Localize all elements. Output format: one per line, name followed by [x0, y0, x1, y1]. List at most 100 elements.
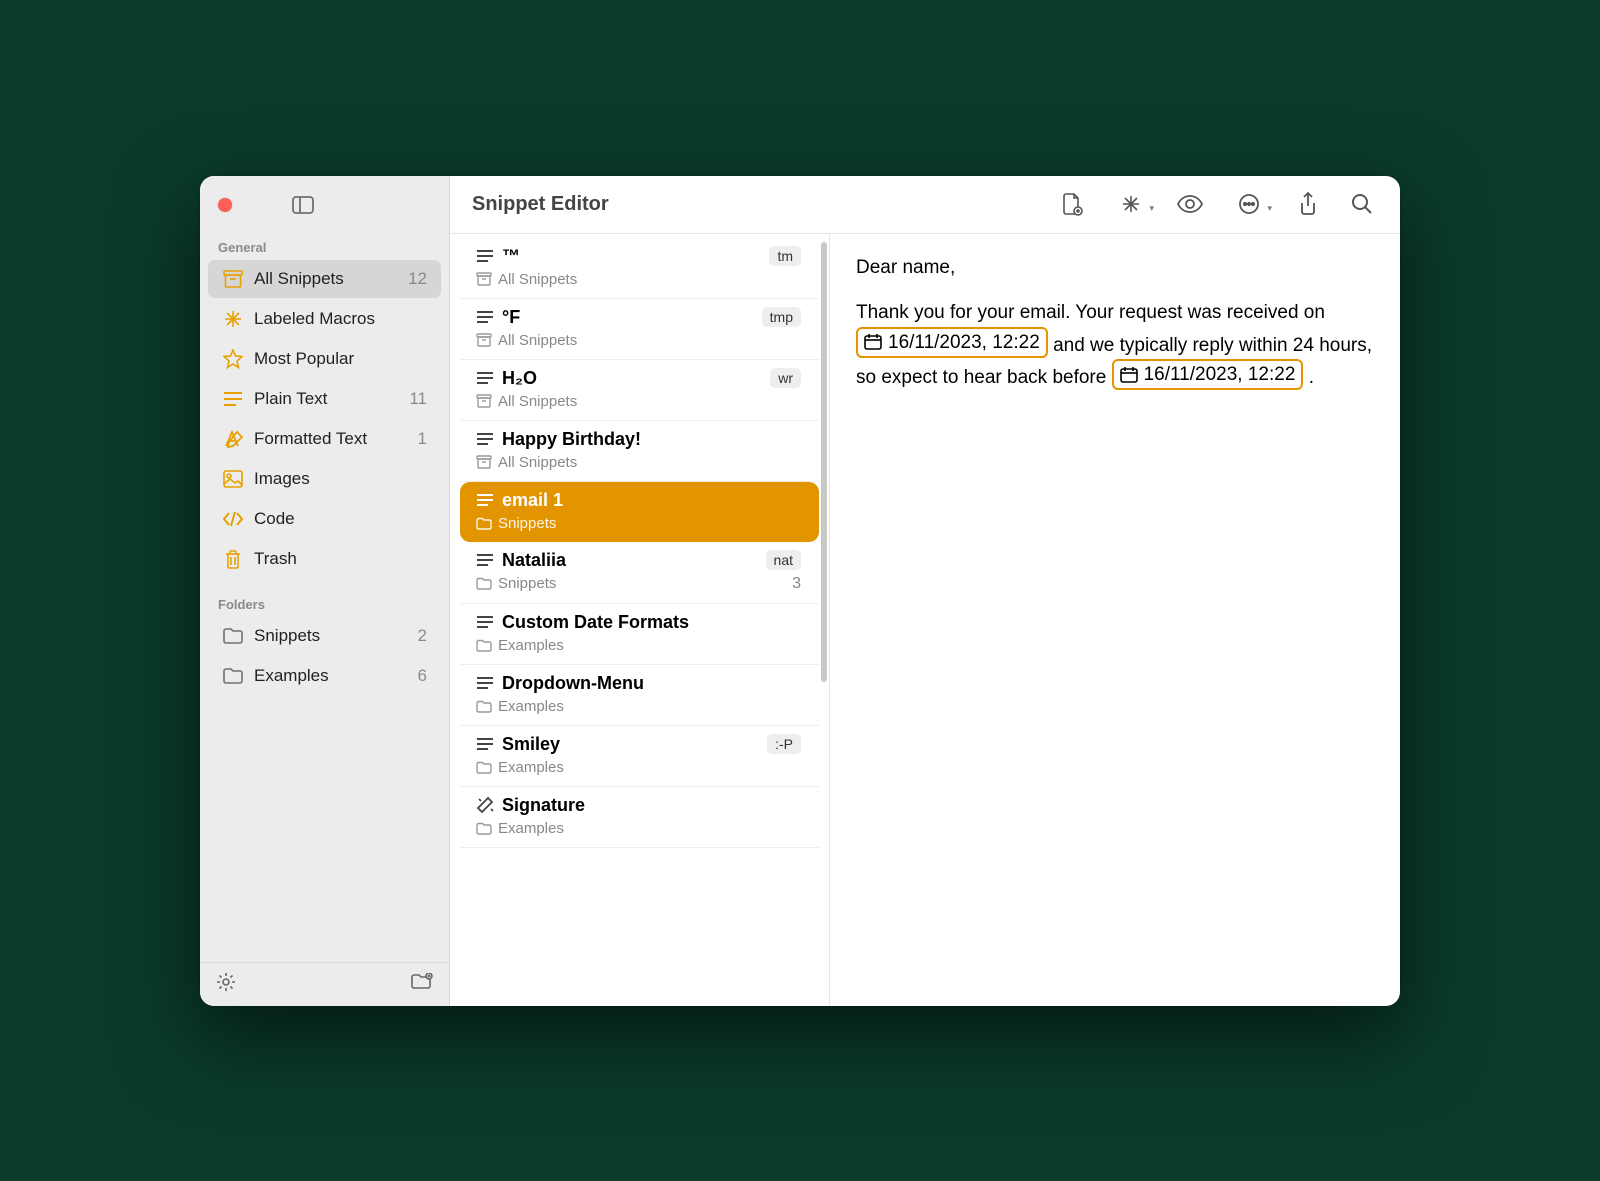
text-lines-icon [476, 676, 494, 690]
star-icon [222, 349, 244, 369]
snippet-item[interactable]: SignatureExamples [460, 787, 819, 848]
sidebar-item-all-snippets[interactable]: All Snippets 12 [208, 260, 441, 298]
new-snippet-button[interactable] [1052, 186, 1092, 222]
snippet-list[interactable]: ™ tm All Snippets °FtmpAll SnippetsH₂OwrAll… [450, 234, 830, 1006]
search-button[interactable] [1342, 186, 1382, 222]
insert-macro-button[interactable]: ▾ [1106, 186, 1156, 222]
folder-icon [476, 822, 492, 835]
sidebar-item-code[interactable]: Code [208, 500, 441, 538]
chevron-down-icon: ▾ [1149, 203, 1154, 214]
snippet-abbreviation: nat [766, 550, 801, 570]
calendar-icon [864, 334, 882, 350]
new-folder-button[interactable] [411, 973, 433, 996]
section-label-folders: Folders [200, 591, 449, 616]
text-lines-icon [476, 371, 494, 385]
sidebar-item-count: 11 [409, 389, 427, 409]
formatted-text-icon [222, 429, 244, 449]
snippet-item[interactable]: Nataliia nat Snippets 3 [460, 542, 819, 604]
snippet-title: Dropdown-Menu [502, 673, 644, 694]
snippet-item[interactable]: °FtmpAll Snippets [460, 299, 819, 360]
share-button[interactable] [1288, 186, 1328, 222]
snippet-folder-label: All Snippets [498, 271, 577, 288]
archive-icon [476, 455, 492, 469]
sidebar-folder-snippets[interactable]: Snippets 2 [208, 617, 441, 655]
close-window-button[interactable] [218, 198, 232, 212]
sidebar-item-most-popular[interactable]: Most Popular [208, 340, 441, 378]
snippet-item[interactable]: Happy Birthday! All Snippets [460, 421, 819, 482]
snippet-item[interactable]: Custom Date FormatsExamples [460, 604, 819, 665]
snippet-item[interactable]: email 1 Snippets [460, 482, 819, 542]
more-options-button[interactable]: ▾ [1224, 186, 1274, 222]
snippet-title: ™ [502, 246, 520, 267]
sidebar-folder-examples[interactable]: Examples 6 [208, 657, 441, 695]
text-lines-icon [476, 737, 494, 751]
sidebar-item-label: Plain Text [254, 389, 327, 409]
snippet-title: H₂O [502, 368, 537, 389]
sidebar-item-label: Images [254, 469, 310, 489]
calendar-icon [1120, 367, 1138, 383]
sidebar-item-plain-text[interactable]: Plain Text 11 [208, 380, 441, 418]
preview-button[interactable] [1170, 186, 1210, 222]
snippet-item[interactable]: H₂OwrAll Snippets [460, 360, 819, 421]
date-value: 16/11/2023, 12:22 [1144, 361, 1296, 389]
folder-icon [222, 668, 244, 684]
sidebar-item-label: Labeled Macros [254, 309, 375, 329]
text-lines-icon [476, 493, 494, 507]
snippet-count: 3 [792, 575, 801, 593]
sidebar-item-count: 1 [418, 429, 427, 449]
text-lines-icon [476, 249, 494, 263]
snippet-folder-label: Examples [498, 637, 564, 654]
sidebar-item-labeled-macros[interactable]: Labeled Macros [208, 300, 441, 338]
preview-greeting: Dear name, [856, 254, 1374, 282]
sidebar-item-formatted-text[interactable]: Formatted Text 1 [208, 420, 441, 458]
snippet-folder-label: All Snippets [498, 454, 577, 471]
text-lines-icon [476, 310, 494, 324]
sidebar-item-label: Examples [254, 666, 329, 686]
text-lines-icon [476, 615, 494, 629]
sidebar-item-images[interactable]: Images [208, 460, 441, 498]
snippet-item[interactable]: Dropdown-Menu Examples [460, 665, 819, 726]
snippet-title: email 1 [502, 490, 563, 511]
archive-icon [476, 272, 492, 286]
toolbar: Snippet Editor ▾ ▾ [450, 176, 1400, 234]
text-lines-icon [476, 432, 494, 446]
folder-icon [476, 577, 492, 590]
date-macro-token[interactable]: 16/11/2023, 12:22 [856, 327, 1048, 359]
snippet-item[interactable]: Smiley:-PExamples [460, 726, 819, 787]
code-icon [222, 511, 244, 527]
snippet-abbreviation: tm [769, 246, 801, 266]
sparkle-icon [222, 309, 244, 329]
sidebar-item-label: Snippets [254, 626, 320, 646]
scrollbar[interactable] [821, 242, 827, 682]
snippet-folder-label: Examples [498, 820, 564, 837]
formatted-text-icon [476, 796, 494, 814]
snippet-abbreviation: tmp [762, 307, 801, 327]
sidebar-item-label: All Snippets [254, 269, 344, 289]
snippet-item[interactable]: ™ tm All Snippets [460, 238, 819, 299]
toggle-sidebar-button[interactable] [292, 196, 314, 214]
date-macro-token[interactable]: 16/11/2023, 12:22 [1112, 359, 1304, 391]
sidebar-item-label: Most Popular [254, 349, 354, 369]
sidebar-item-trash[interactable]: Trash [208, 540, 441, 578]
date-value: 16/11/2023, 12:22 [888, 329, 1040, 357]
sidebar-item-count: 2 [418, 626, 427, 646]
archive-icon [476, 394, 492, 408]
settings-button[interactable] [216, 972, 236, 997]
snippet-title: Happy Birthday! [502, 429, 641, 450]
text-lines-icon [222, 391, 244, 407]
preview-body: Thank you for your email. Your request w… [856, 299, 1374, 391]
app-window: General All Snippets 12 Labeled Macros M… [200, 176, 1400, 1006]
snippet-folder-label: Examples [498, 698, 564, 715]
snippet-folder-label: Snippets [498, 515, 556, 532]
window-controls [200, 176, 449, 234]
snippet-folder-label: Snippets [498, 575, 556, 592]
snippet-preview: Dear name, Thank you for your email. You… [830, 234, 1400, 1006]
snippet-title: Nataliia [502, 550, 566, 571]
folder-icon [476, 700, 492, 713]
preview-text: Thank you for your email. Your request w… [856, 302, 1325, 323]
sidebar-item-count: 12 [408, 269, 427, 289]
page-title: Snippet Editor [472, 193, 609, 216]
sidebar-item-count: 6 [418, 666, 427, 686]
folder-icon [476, 761, 492, 774]
snippet-title: Smiley [502, 734, 560, 755]
